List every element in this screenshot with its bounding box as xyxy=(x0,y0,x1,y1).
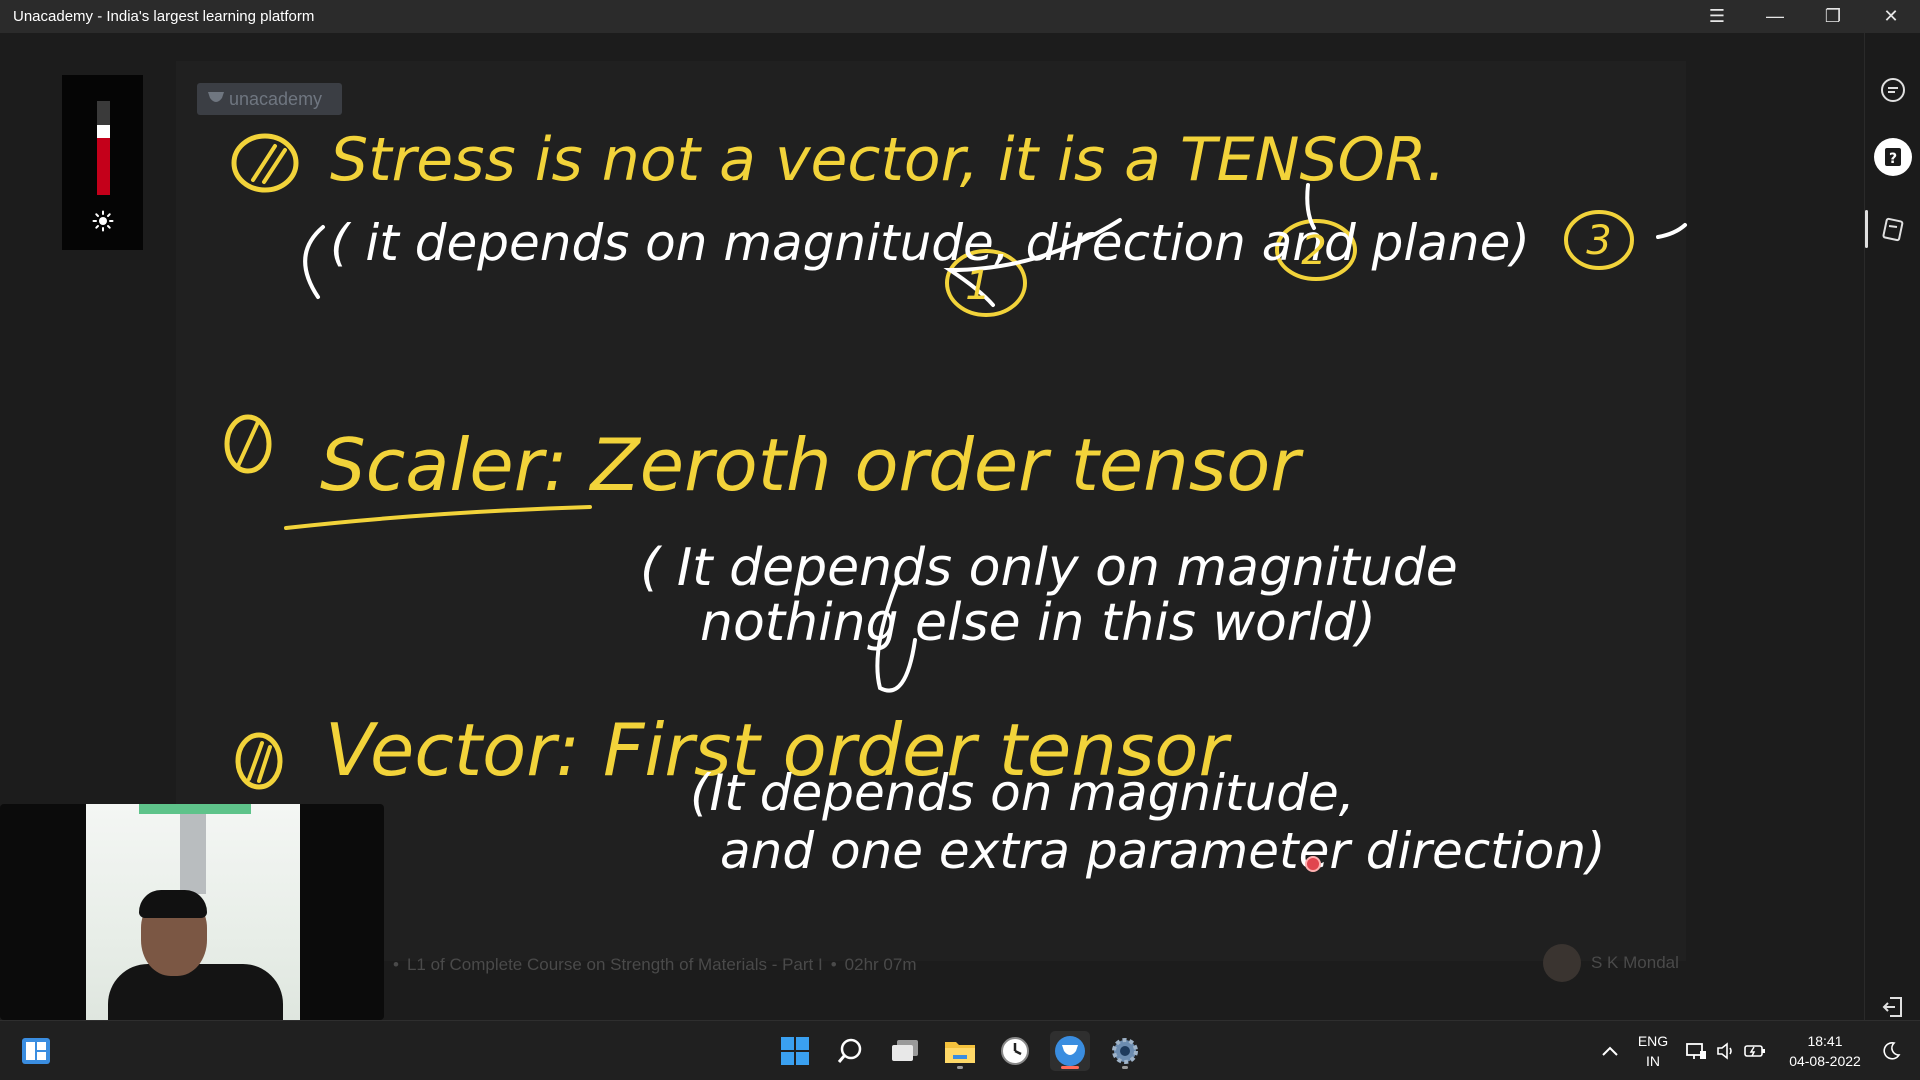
search-icon xyxy=(837,1038,862,1063)
marker-stroke xyxy=(236,420,260,468)
settings-icon xyxy=(1112,1038,1138,1064)
clock-app-icon xyxy=(1001,1037,1029,1065)
unacademy-app-icon xyxy=(1055,1036,1085,1066)
volume-icon xyxy=(1717,1042,1732,1060)
moon-icon xyxy=(1883,1042,1901,1060)
course-title: L1 of Complete Course on Strength of Mat… xyxy=(406,955,823,974)
task-view-icon xyxy=(892,1040,918,1061)
doubts-button[interactable]: ? xyxy=(1873,137,1913,177)
chat-icon xyxy=(1881,78,1905,102)
educator-tag: S K Mondal xyxy=(1543,944,1679,982)
presenter-body xyxy=(108,964,283,1020)
webcam-pole xyxy=(180,814,206,894)
task-view-button[interactable] xyxy=(885,1031,925,1071)
taskbar: ENG IN 18:41 04-08-2022 xyxy=(0,1020,1920,1080)
badge-1-text: 1 xyxy=(965,263,990,309)
course-duration: 02hr 07m xyxy=(844,955,917,974)
exit-icon xyxy=(1882,997,1902,1017)
network-icon xyxy=(1686,1043,1706,1059)
date-text: 04-08-2022 xyxy=(1789,1053,1861,1069)
line-scaler: Scaler: Zeroth order tensor xyxy=(320,423,1304,507)
file-explorer-icon xyxy=(945,1042,975,1063)
start-button[interactable] xyxy=(775,1031,815,1071)
settings-button[interactable] xyxy=(1105,1031,1145,1071)
laser-pointer xyxy=(1305,856,1321,872)
file-explorer-button[interactable] xyxy=(940,1031,980,1071)
badge-3-text: 3 xyxy=(1586,218,1611,264)
language-indicator[interactable]: ENG IN xyxy=(1636,1031,1670,1071)
clock[interactable]: 18:41 04-08-2022 xyxy=(1782,1031,1868,1071)
notes-icon xyxy=(1882,217,1904,242)
webcam-green-bar xyxy=(139,804,251,814)
presenter-hair xyxy=(139,890,207,918)
scaler-underline xyxy=(284,505,592,530)
chat-button[interactable] xyxy=(1873,70,1913,110)
line-extra-parameter: and one extra parameter direction) xyxy=(720,822,1606,880)
course-info: • L1 of Complete Course on Strength of M… xyxy=(393,955,917,975)
rail-active-indicator xyxy=(1865,210,1868,248)
search-button[interactable] xyxy=(830,1031,870,1071)
line-depends: ( it depends on magnitude, direction and… xyxy=(330,214,1530,272)
line-stress: Stress is not a vector, it is a TENSOR. xyxy=(330,125,1446,195)
bullet-dot: • xyxy=(393,955,399,974)
chevron-up-icon xyxy=(1602,1046,1618,1056)
open-bracket xyxy=(303,225,325,299)
badge-2-text: 2 xyxy=(1301,228,1326,274)
svg-text:?: ? xyxy=(1889,151,1897,167)
webcam-feed[interactable] xyxy=(0,804,384,1020)
educator-avatar xyxy=(1543,944,1581,982)
line-nothing-else: nothing else in this world) xyxy=(700,593,1376,653)
line-only-magnitude: ( It depends only on magnitude xyxy=(640,538,1458,598)
battery-button[interactable] xyxy=(1740,1031,1770,1071)
bullet-dot: • xyxy=(830,955,837,974)
windows-start-icon xyxy=(781,1037,809,1065)
widgets-button[interactable] xyxy=(16,1031,56,1071)
time-text: 18:41 xyxy=(1807,1033,1843,1049)
region-code: IN xyxy=(1646,1053,1660,1069)
running-indicator xyxy=(1122,1066,1128,1069)
clock-app-button[interactable] xyxy=(995,1031,1035,1071)
line-magnitude: (It depends on magnitude, xyxy=(690,764,1355,822)
show-hidden-icons-button[interactable] xyxy=(1590,1031,1630,1071)
network-button[interactable] xyxy=(1680,1031,1712,1071)
marker-stroke xyxy=(251,144,277,182)
right-rail: ? xyxy=(1864,33,1920,1020)
unacademy-taskbar-button[interactable] xyxy=(1050,1031,1090,1071)
educator-name: S K Mondal xyxy=(1591,953,1679,972)
close-bracket xyxy=(1656,223,1687,239)
battery-icon xyxy=(1744,1045,1765,1057)
widgets-icon xyxy=(22,1038,50,1064)
notes-button[interactable] xyxy=(1873,209,1913,249)
volume-button[interactable] xyxy=(1712,1031,1740,1071)
notifications-button[interactable] xyxy=(1874,1031,1908,1071)
active-indicator xyxy=(1061,1066,1079,1069)
running-indicator xyxy=(957,1066,963,1069)
close-button[interactable]: ✕ xyxy=(1862,0,1920,33)
question-icon: ? xyxy=(1874,138,1912,176)
language-code: ENG xyxy=(1637,1033,1669,1049)
